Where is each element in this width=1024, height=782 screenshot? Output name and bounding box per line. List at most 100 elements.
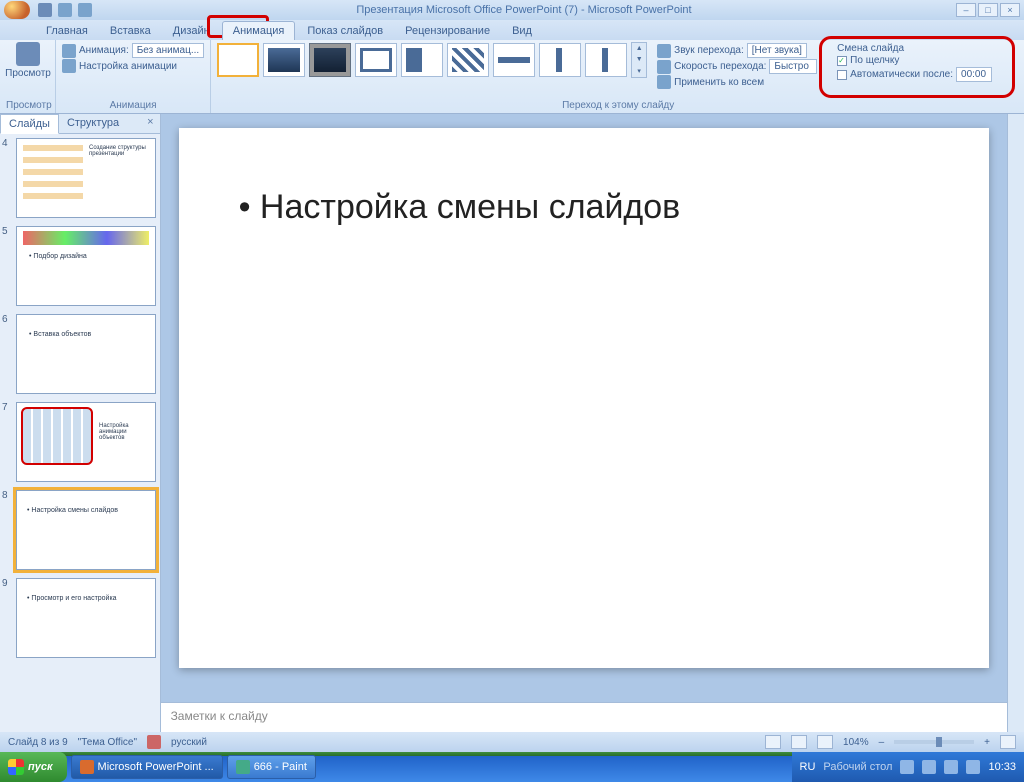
spellcheck-icon[interactable] [147,735,161,749]
auto-after-label: Автоматически после: [850,69,953,80]
tab-design[interactable]: Дизайн [163,22,220,40]
outline-tab[interactable]: Структура [59,114,127,133]
thumb-number: 9 [2,578,12,589]
animate-dropdown[interactable]: Без анимац... [132,43,204,58]
apply-all-button[interactable]: Применить ко всем [657,75,827,89]
zoom-in-button[interactable]: + [984,737,990,748]
transition-item[interactable] [401,43,443,77]
apply-all-icon [657,75,671,89]
windows-logo-icon [8,759,24,775]
start-button[interactable]: пуск [0,752,67,782]
tray-clock[interactable]: 10:33 [988,761,1016,773]
window-title: Презентация Microsoft Office PowerPoint … [92,4,956,16]
title-bar: Презентация Microsoft Office PowerPoint … [0,0,1024,20]
system-tray: RU Рабочий стол 10:33 [792,752,1024,782]
sound-label: Звук перехода: [674,45,744,56]
thumb-number: 8 [2,490,12,501]
tray-icon[interactable] [900,760,914,774]
group-animation-label: Анимация [62,100,204,111]
taskbar-item[interactable]: Microsoft PowerPoint ... [71,755,223,779]
start-label: пуск [28,761,53,773]
transition-item[interactable] [585,43,627,77]
powerpoint-icon [80,760,94,774]
slide-thumbnail[interactable]: Настройка анимации объектов [16,402,156,482]
slide-thumbnail[interactable]: Просмотр и его настройка [16,578,156,658]
advance-title: Смена слайда [837,43,904,54]
sound-icon [657,44,671,58]
transition-item[interactable] [263,43,305,77]
on-click-label: По щелчку [850,55,899,66]
slide-thumbnail[interactable]: Вставка объектов [16,314,156,394]
panel-close-icon[interactable]: × [141,114,159,133]
group-transition-label: Переход к этому слайду [217,100,1019,111]
speed-icon [657,60,671,74]
tray-desktop[interactable]: Рабочий стол [823,761,892,773]
tray-language[interactable]: RU [800,761,816,773]
gallery-more-button[interactable]: ▲▼▾ [631,42,647,78]
transition-gallery[interactable]: ▲▼▾ [217,42,647,78]
slide-body-text[interactable]: Настройка смены слайдов [239,188,929,227]
status-bar: Слайд 8 из 9 "Тема Office" русский 104% … [0,732,1024,752]
paint-icon [236,760,250,774]
tab-view[interactable]: Вид [502,22,542,40]
thumb-number: 5 [2,226,12,237]
view-normal-button[interactable] [765,735,781,749]
ribbon: Просмотр Просмотр Анимация: Без анимац..… [0,40,1024,114]
notes-pane[interactable]: Заметки к слайду [161,702,1007,732]
taskbar-item-label: Microsoft PowerPoint ... [98,761,214,773]
speed-dropdown[interactable]: Быстро [769,59,817,74]
view-sorter-button[interactable] [791,735,807,749]
tab-insert[interactable]: Вставка [100,22,161,40]
preview-button[interactable]: Просмотр [6,42,50,79]
transition-item[interactable] [539,43,581,77]
transition-item[interactable] [309,43,351,77]
minimize-button[interactable]: – [956,3,976,17]
transition-item[interactable] [493,43,535,77]
on-click-checkbox[interactable] [837,56,847,66]
fit-window-button[interactable] [1000,735,1016,749]
slides-panel: Слайды Структура × 4Создание структуры п… [0,114,161,732]
office-button[interactable] [4,1,30,19]
transition-item[interactable] [355,43,397,77]
tab-review[interactable]: Рецензирование [395,22,500,40]
undo-icon[interactable] [58,3,72,17]
taskbar-item[interactable]: 666 - Paint [227,755,316,779]
canvas-area: Настройка смены слайдов Заметки к слайду [161,114,1007,732]
preview-label: Просмотр [5,68,51,79]
thumb-number: 6 [2,314,12,325]
slide-thumbnail[interactable]: Настройка смены слайдов [16,490,156,570]
tab-slideshow[interactable]: Показ слайдов [297,22,393,40]
zoom-slider[interactable] [894,740,974,744]
save-icon[interactable] [38,3,52,17]
tab-home[interactable]: Главная [36,22,98,40]
slide-thumbnail[interactable]: Создание структуры презентации [16,138,156,218]
auto-after-checkbox[interactable] [837,70,847,80]
slides-tab[interactable]: Слайды [0,114,59,134]
zoom-level[interactable]: 104% [843,737,869,748]
volume-icon[interactable] [966,760,980,774]
status-language[interactable]: русский [171,737,207,748]
quick-access-toolbar [38,3,92,17]
auto-after-time[interactable]: 00:00 [956,67,992,82]
custom-animation-label: Настройка анимации [79,61,177,72]
slide-thumbnail[interactable]: Подбор дизайна [16,226,156,306]
view-slideshow-button[interactable] [817,735,833,749]
transition-item[interactable] [447,43,489,77]
work-area: Слайды Структура × 4Создание структуры п… [0,114,1024,732]
custom-animation-button[interactable]: Настройка анимации [62,59,204,73]
slide-canvas[interactable]: Настройка смены слайдов [179,128,989,668]
transition-none[interactable] [217,43,259,77]
tray-icon[interactable] [922,760,936,774]
taskbar: пуск Microsoft PowerPoint ... 666 - Pain… [0,752,1024,782]
vertical-scrollbar[interactable] [1007,114,1024,732]
tray-icon[interactable] [944,760,958,774]
thumbnail-list[interactable]: 4Создание структуры презентации 5Подбор … [0,134,160,732]
zoom-out-button[interactable]: – [879,737,885,748]
taskbar-item-label: 666 - Paint [254,761,307,773]
group-preview-label: Просмотр [6,100,49,111]
maximize-button[interactable]: □ [978,3,998,17]
close-button[interactable]: × [1000,3,1020,17]
sound-dropdown[interactable]: [Нет звука] [747,43,807,58]
redo-icon[interactable] [78,3,92,17]
tab-animation[interactable]: Анимация [222,21,296,40]
